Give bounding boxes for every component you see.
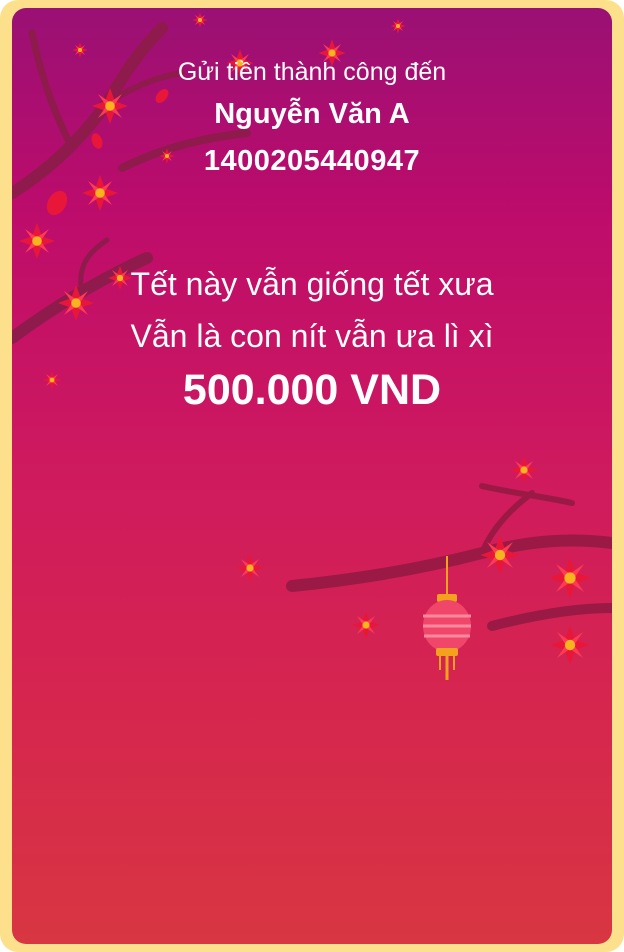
transfer-amount: 500.000 VND — [182, 366, 442, 414]
greeting-card: Gửi tiền thành công đến Nguyễn Văn A 140… — [12, 8, 612, 944]
recipient-name: Nguyễn Văn A — [214, 98, 410, 130]
recipient-account-number: 1400205440947 — [203, 145, 421, 177]
card-frame: Gửi tiền thành công đến Nguyễn Văn A 140… — [0, 0, 624, 952]
greeting-line-1: Tết này vẫn giống tết xưa — [130, 266, 494, 302]
lantern-icon — [423, 556, 471, 680]
greeting-line-2: Vẫn là con nít vẫn ưa lì xì — [130, 318, 494, 354]
transfer-success-label: Gửi tiền thành công đến — [177, 58, 447, 86]
